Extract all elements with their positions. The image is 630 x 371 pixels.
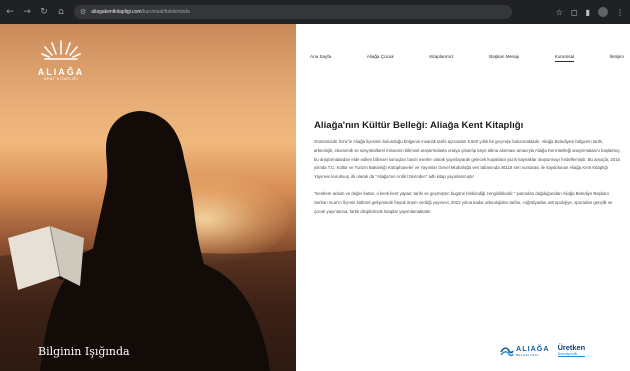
- url-host: aliagakentkitapligi.com: [91, 9, 142, 15]
- browser-toolbar: ← → ↻ ⌂ ⚙ aliagakentkitapligi.com /kurum…: [0, 0, 630, 24]
- about-article: Aliağa'nın Kültür Belleği: Aliağa Kent K…: [314, 120, 622, 224]
- extensions-icon[interactable]: ◻: [571, 8, 578, 17]
- logo-subtitle: KENT KİTAPLIĞI: [43, 77, 79, 81]
- page-title: Aliağa'nın Kültür Belleği: Aliağa Kent K…: [314, 120, 524, 131]
- uretken-name: Üretken: [557, 343, 586, 352]
- main-navigation: Ana Sayfa Aliağa Çocuk Kitaplarımız Başk…: [310, 54, 624, 62]
- profile-avatar[interactable]: [598, 7, 608, 17]
- nav-item-corporate[interactable]: Kurumsal: [554, 54, 575, 62]
- browser-actions: ☆ ◻ ▮ ⋮: [556, 5, 624, 19]
- site-info-icon[interactable]: ⚙: [80, 8, 86, 16]
- article-paragraph: Günümüzde İzmir'in Aliağa ilçesinin bulu…: [314, 139, 621, 180]
- site-logo[interactable]: ALIAĞA KENT KİTAPLIĞI: [26, 38, 96, 81]
- footer-logos: ALIAĞA BELEDİYESİ Üretken Belediyecilik: [500, 336, 620, 364]
- logo-wordmark: ALIAĞA: [37, 67, 85, 77]
- nav-item-children[interactable]: Aliağa Çocuk: [367, 54, 394, 62]
- uretken-sub: Belediyecilik: [557, 352, 586, 357]
- nav-item-home[interactable]: Ana Sayfa: [310, 54, 331, 62]
- nav-item-books[interactable]: Kitaplarımız: [429, 54, 453, 62]
- hero-image: ALIAĞA KENT KİTAPLIĞI Bilginin Işığında: [0, 24, 296, 371]
- belediye-sub: BELEDİYESİ: [516, 352, 539, 357]
- url-path: /kurumsal/hakkimizda: [141, 9, 190, 15]
- belediye-logo[interactable]: ALIAĞA BELEDİYESİ: [500, 343, 550, 357]
- sunrise-logo-icon: [41, 40, 81, 60]
- article-paragraph: "Kentlere anlam ve değer katan, o kenti …: [314, 190, 613, 214]
- address-bar[interactable]: ⚙ aliagakentkitapligi.com /kurumsal/hakk…: [74, 5, 512, 19]
- bookmark-star-icon[interactable]: ☆: [556, 8, 563, 17]
- nav-item-contact[interactable]: İletişim: [610, 54, 624, 62]
- uretken-logo[interactable]: Üretken Belediyecilik: [557, 343, 586, 357]
- home-icon[interactable]: ⌂: [54, 5, 68, 19]
- forward-arrow-icon[interactable]: →: [20, 5, 34, 19]
- menu-dots-icon[interactable]: ⋮: [616, 8, 624, 17]
- book-icon: [8, 225, 84, 290]
- back-arrow-icon[interactable]: ←: [3, 5, 17, 19]
- reload-icon[interactable]: ↻: [37, 5, 51, 19]
- hero-tagline: Bilginin Işığında: [38, 345, 130, 358]
- nav-item-mayor-message[interactable]: Başkan Mesajı: [489, 54, 519, 62]
- wave-logo-icon: [500, 347, 514, 357]
- belediye-name: ALIAĞA: [516, 343, 550, 353]
- sidepanel-icon[interactable]: ▮: [586, 8, 590, 17]
